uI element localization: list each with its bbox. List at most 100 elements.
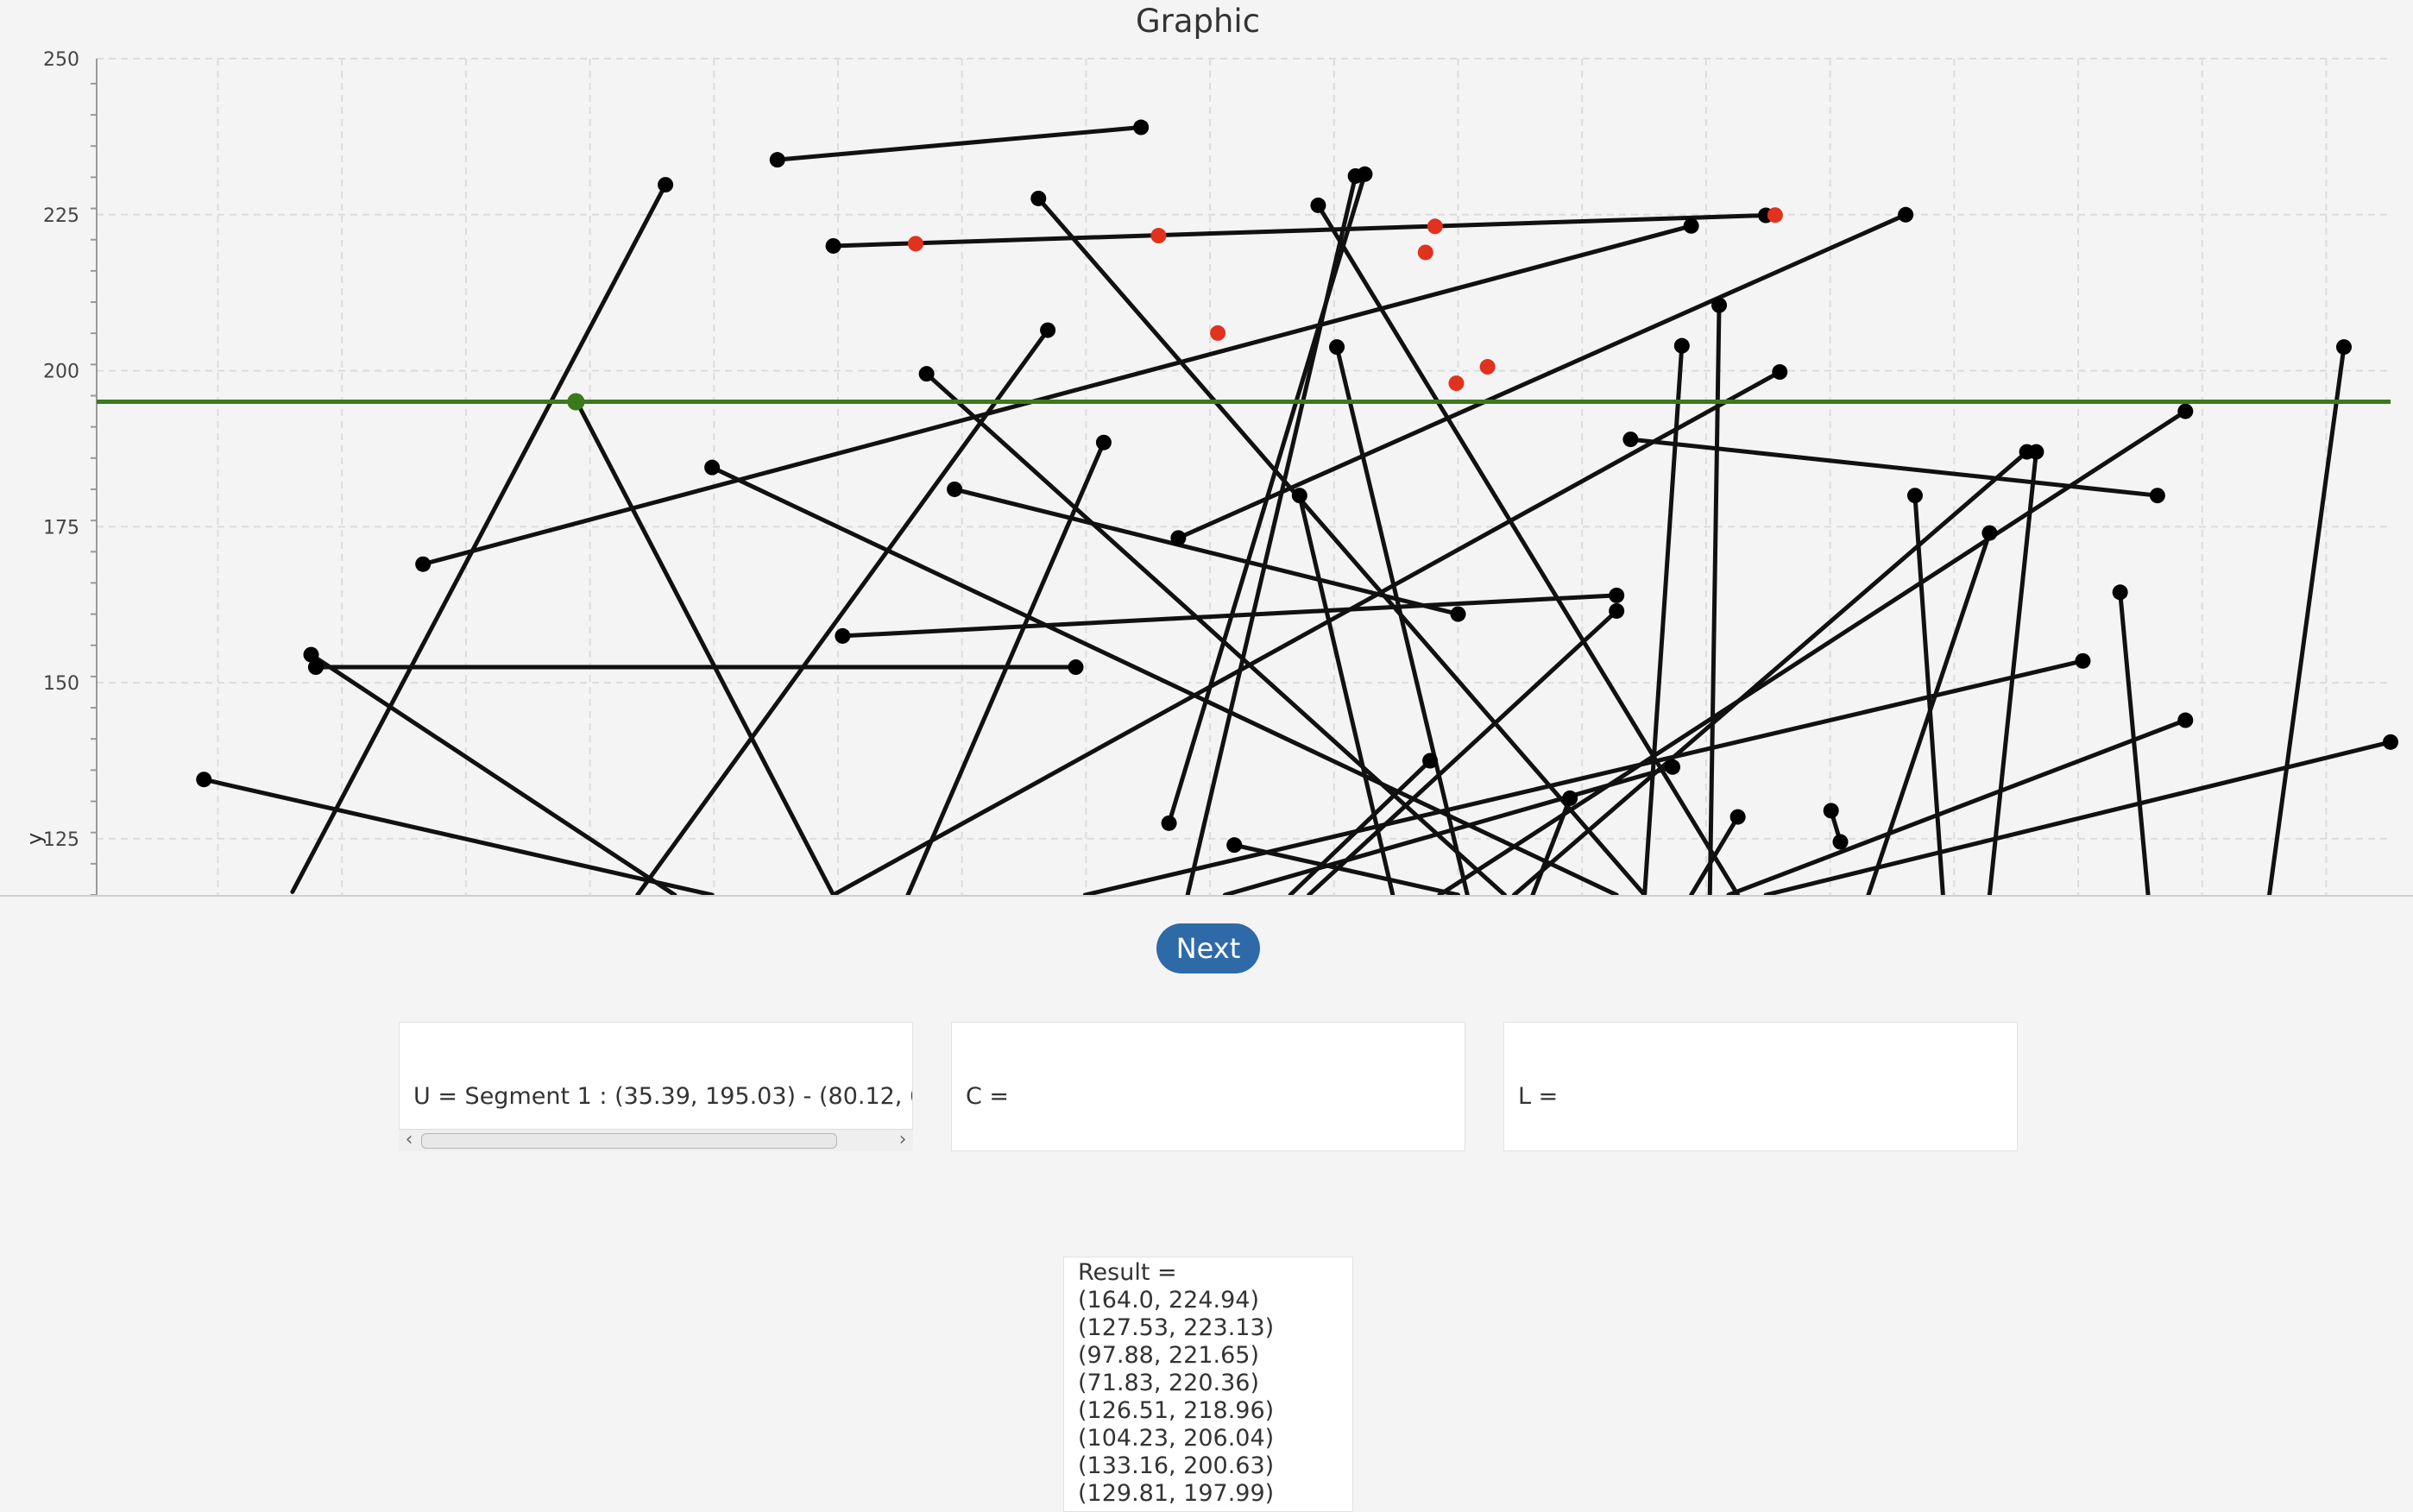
segment-endpoint xyxy=(1357,166,1373,182)
sweep-point xyxy=(567,393,585,411)
y-tick-label: 200 xyxy=(43,362,79,383)
l-text: L = xyxy=(1518,1083,1566,1110)
chart-area: Graphic 125 150 175 200 225 250 y xyxy=(0,0,2413,897)
segment-endpoint xyxy=(415,556,432,572)
segment-line xyxy=(1222,765,1675,895)
segment-line xyxy=(1511,450,2030,895)
segment-endpoint xyxy=(1609,587,1625,603)
segment-line xyxy=(831,369,1782,895)
segment-endpoint xyxy=(1898,206,1914,223)
u-text: U = Segment 1 : (35.39, 195.03) - (80.12… xyxy=(413,1083,913,1110)
segment-endpoint xyxy=(2075,652,2091,669)
y-tick-label: 225 xyxy=(43,205,79,227)
segment-chart: 125 150 175 200 225 250 y xyxy=(22,49,2398,895)
segment-endpoint xyxy=(1095,434,1112,450)
y-tick-label: 175 xyxy=(43,517,79,539)
segment-endpoint xyxy=(1030,190,1047,206)
segment-endpoint xyxy=(704,459,721,476)
segment-line xyxy=(201,777,715,895)
segment-endpoint xyxy=(1906,488,1923,504)
intersection-point xyxy=(1417,244,1433,261)
segment-endpoint xyxy=(1832,834,1849,850)
u-horizontal-scrollbar[interactable]: ‹ › xyxy=(399,1129,913,1151)
segment-endpoint xyxy=(1040,322,1056,338)
segment-endpoint xyxy=(2149,488,2165,504)
scroll-left-arrow-icon[interactable]: ‹ xyxy=(399,1130,419,1152)
result-line: (97.88, 221.65) xyxy=(1078,1342,1260,1369)
segment-endpoint xyxy=(1068,659,1084,676)
scroll-right-arrow-icon[interactable]: › xyxy=(892,1130,913,1152)
segment-endpoint xyxy=(1450,606,1466,622)
result-list: (164.0, 224.94) (127.53, 223.13) (97.88, 2… xyxy=(1078,1287,1339,1508)
segment-endpoint xyxy=(1823,803,1839,819)
segment-endpoint xyxy=(835,627,851,644)
segment-endpoint xyxy=(2383,734,2398,750)
segment-endpoint xyxy=(196,772,212,788)
next-button[interactable]: Next xyxy=(1156,923,1260,973)
segment-endpoint xyxy=(825,237,841,254)
c-text: C = xyxy=(966,1083,1017,1110)
segment-line xyxy=(1232,842,1461,895)
segment-line xyxy=(952,487,1461,617)
segment-endpoint xyxy=(2177,403,2194,419)
segment-endpoint xyxy=(1161,815,1177,831)
result-line: (71.83, 220.36) xyxy=(1078,1370,1260,1396)
scroll-thumb[interactable] xyxy=(421,1133,837,1149)
segment-line xyxy=(1036,196,1648,895)
segment-endpoint xyxy=(947,481,963,497)
y-tick-label: 125 xyxy=(43,829,79,851)
segment-line xyxy=(1167,172,1367,826)
intersection-point xyxy=(1150,228,1167,244)
l-text-area[interactable]: L = xyxy=(1503,1022,2018,1151)
segment-endpoint xyxy=(307,659,324,676)
segment-endpoint xyxy=(1291,488,1307,504)
segment-endpoint xyxy=(1226,837,1243,854)
segment-line xyxy=(1175,212,1908,540)
segment-endpoint xyxy=(1329,339,1345,356)
y-tick-label: 250 xyxy=(43,49,79,71)
intersection-point xyxy=(907,236,923,252)
segment-endpoint xyxy=(1665,759,1681,775)
y-axis-label: y xyxy=(22,833,47,845)
segment-endpoint xyxy=(1981,525,1998,541)
segment-endpoint xyxy=(918,366,935,382)
y-tick-label: 150 xyxy=(43,673,79,695)
segment-endpoint xyxy=(2335,339,2352,356)
segment-line xyxy=(2267,344,2347,895)
intersection-point xyxy=(1479,359,1496,375)
result-line: (133.16, 200.63) xyxy=(1078,1452,1275,1479)
segment-line xyxy=(1334,344,1470,895)
result-line: (127.53, 223.13) xyxy=(1078,1314,1275,1341)
segment-endpoint xyxy=(658,177,674,193)
segment-line xyxy=(709,465,1619,895)
segment-endpoint xyxy=(1562,790,1578,806)
segment-line xyxy=(574,400,836,895)
segment-line xyxy=(290,182,668,894)
segment-endpoint xyxy=(1170,530,1187,546)
segment-line xyxy=(1437,409,2188,895)
intersection-point xyxy=(1427,218,1443,235)
result-text-area[interactable]: Result = (164.0, 224.94) (127.53, 223.13)… xyxy=(1063,1257,1353,1512)
segment-endpoint xyxy=(1673,337,1690,354)
c-text-area[interactable]: C = xyxy=(951,1022,1465,1151)
result-line: (164.0, 224.94) xyxy=(1078,1287,1260,1314)
segment-line xyxy=(1307,608,1619,895)
segment-line xyxy=(309,652,677,895)
segment-line xyxy=(1707,303,1722,895)
intersection-point xyxy=(1210,324,1226,341)
result-line: (104.23, 206.04) xyxy=(1078,1425,1275,1452)
segment-endpoint xyxy=(1622,432,1639,448)
segment-endpoint xyxy=(1310,197,1326,213)
result-line: (126.51, 218.96) xyxy=(1078,1397,1275,1424)
result-line: (129.81, 197.99) xyxy=(1078,1480,1275,1507)
segment-endpoint xyxy=(2112,584,2128,601)
segment-endpoint xyxy=(1133,119,1150,135)
segment-line xyxy=(1866,531,1992,895)
segment-endpoint xyxy=(769,152,785,168)
result-header: Result = xyxy=(1078,1259,1177,1286)
segment-endpoint xyxy=(2177,712,2194,728)
intersection-point xyxy=(1767,207,1783,224)
segment-endpoint xyxy=(1772,364,1788,381)
segment-endpoint xyxy=(1609,602,1625,619)
segment-endpoint xyxy=(1711,297,1728,313)
